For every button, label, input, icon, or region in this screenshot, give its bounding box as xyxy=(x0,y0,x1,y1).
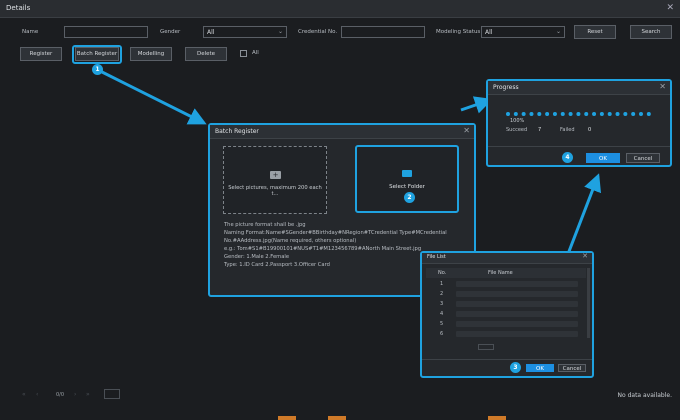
progress-dialog: Progress ✕ 100% Succeed 7 Failed 0 4 OK … xyxy=(486,79,672,167)
prev-page-icon[interactable]: ‹ xyxy=(36,391,38,398)
gender-select-value: All xyxy=(207,29,215,36)
step-badge-2: 2 xyxy=(404,192,415,203)
taskbar-segment xyxy=(328,416,346,420)
folder-icon xyxy=(402,170,412,177)
file-list-dialog: File List ✕ No. File Name 1 2 3 4 5 6 3 … xyxy=(420,251,594,378)
close-icon[interactable]: ✕ xyxy=(582,252,588,260)
file-list-header: No. File Name xyxy=(426,268,586,278)
close-icon[interactable]: ✕ xyxy=(666,3,674,13)
taskbar-segment xyxy=(278,416,296,420)
blurred-filename xyxy=(456,321,578,327)
info-line: No.#AAddress.jpg(Name required, others o… xyxy=(224,238,357,244)
taskbar-segment xyxy=(488,416,506,420)
last-page-icon[interactable]: » xyxy=(86,391,90,398)
footer-divider xyxy=(422,359,592,360)
footer-divider xyxy=(488,146,670,147)
search-button[interactable]: Search xyxy=(630,25,672,39)
close-icon[interactable]: ✕ xyxy=(463,126,470,135)
credential-input[interactable] xyxy=(341,26,425,38)
info-line: e.g.: Tom#S1#B19900101#NUS#T1#M123456789… xyxy=(224,246,422,252)
page-info: 0/0 xyxy=(56,392,65,398)
blurred-filename xyxy=(456,301,578,307)
dialog-header: Batch Register ✕ xyxy=(210,125,474,139)
name-input[interactable] xyxy=(64,26,148,38)
table-row[interactable]: 2 xyxy=(426,290,586,298)
blurred-filename xyxy=(456,291,578,297)
table-row[interactable]: 1 xyxy=(426,280,586,288)
dialog-title: Batch Register xyxy=(215,128,259,135)
credential-label: Credential No. xyxy=(298,29,338,35)
window-title: Details xyxy=(6,4,31,12)
failed-label: Failed xyxy=(560,127,575,133)
blurred-filename xyxy=(456,311,578,317)
close-icon[interactable]: ✕ xyxy=(659,82,666,91)
modeling-status-label: Modeling Status xyxy=(436,29,481,35)
chevron-down-icon: ⌄ xyxy=(555,28,561,35)
scrollbar[interactable] xyxy=(587,268,590,338)
row-no: 6 xyxy=(440,331,444,337)
modeling-status-select[interactable]: All ⌄ xyxy=(481,26,565,38)
delete-button[interactable]: Delete xyxy=(185,47,227,61)
gender-label: Gender xyxy=(160,29,181,35)
blurred-filename xyxy=(456,281,578,287)
succeed-value: 7 xyxy=(538,127,542,133)
succeed-label: Succeed xyxy=(506,127,528,133)
window-titlebar: Details ✕ xyxy=(0,0,680,18)
name-label: Name xyxy=(22,29,39,35)
table-row[interactable]: 5 xyxy=(426,320,586,328)
col-no: No. xyxy=(438,270,447,276)
step-badge-4: 4 xyxy=(562,152,573,163)
progress-percent: 100% xyxy=(510,118,525,124)
page-input[interactable] xyxy=(478,344,494,350)
dialog-header: Progress ✕ xyxy=(488,81,670,95)
select-pictures-text: Select pictures, maximum 200 each t... xyxy=(228,185,322,197)
gender-select[interactable]: All ⌄ xyxy=(203,26,287,38)
dialog-title: Progress xyxy=(493,84,519,91)
modeling-select-value: All xyxy=(485,29,493,36)
col-file-name: File Name xyxy=(488,270,513,276)
dialog-title: File List xyxy=(427,254,446,260)
reset-button[interactable]: Reset xyxy=(574,25,616,39)
chevron-down-icon: ⌄ xyxy=(277,28,283,35)
progress-bar xyxy=(506,112,651,116)
table-row[interactable]: 3 xyxy=(426,300,586,308)
step-badge-1: 1 xyxy=(92,64,103,75)
select-pictures-area[interactable]: + Select pictures, maximum 200 each t... xyxy=(223,146,327,214)
no-data-text: No data available. xyxy=(617,392,672,399)
modelling-button[interactable]: Modelling xyxy=(130,47,172,61)
table-row[interactable]: 6 xyxy=(426,330,586,338)
select-folder-area[interactable]: Select Folder xyxy=(355,145,459,213)
file-list-ok-button[interactable]: OK xyxy=(526,364,554,372)
row-no: 4 xyxy=(440,311,444,317)
row-no: 1 xyxy=(440,281,444,287)
progress-cancel-button[interactable]: Cancel xyxy=(626,153,660,163)
first-page-icon[interactable]: « xyxy=(22,391,26,398)
file-list-cancel-button[interactable]: Cancel xyxy=(558,364,586,372)
register-button[interactable]: Register xyxy=(20,47,62,61)
row-no: 3 xyxy=(440,301,444,307)
batch-register-button[interactable]: Batch Register xyxy=(75,47,119,61)
row-no: 2 xyxy=(440,291,444,297)
info-line: Type: 1.ID Card 2.Passport 3.Officer Car… xyxy=(224,262,330,268)
step-badge-3: 3 xyxy=(510,362,521,373)
add-picture-icon: + xyxy=(270,171,281,179)
page-jump-input[interactable] xyxy=(104,389,120,399)
failed-value: 0 xyxy=(588,127,592,133)
info-line: Naming Format:Name#SGender#BBirthday#NRe… xyxy=(224,230,447,236)
next-page-icon[interactable]: › xyxy=(74,391,76,398)
select-folder-text: Select Folder xyxy=(389,184,425,190)
progress-ok-button[interactable]: OK xyxy=(586,153,620,163)
select-all-label: All xyxy=(252,50,259,56)
row-no: 5 xyxy=(440,321,444,327)
format-info: The picture format shall be .jpg Naming … xyxy=(224,221,447,269)
blurred-filename xyxy=(456,331,578,337)
dialog-header: File List ✕ xyxy=(422,252,592,264)
info-line: The picture format shall be .jpg xyxy=(224,222,306,228)
table-row[interactable]: 4 xyxy=(426,310,586,318)
select-all-checkbox[interactable] xyxy=(240,50,247,57)
info-line: Gender: 1.Male 2.Female xyxy=(224,254,290,260)
